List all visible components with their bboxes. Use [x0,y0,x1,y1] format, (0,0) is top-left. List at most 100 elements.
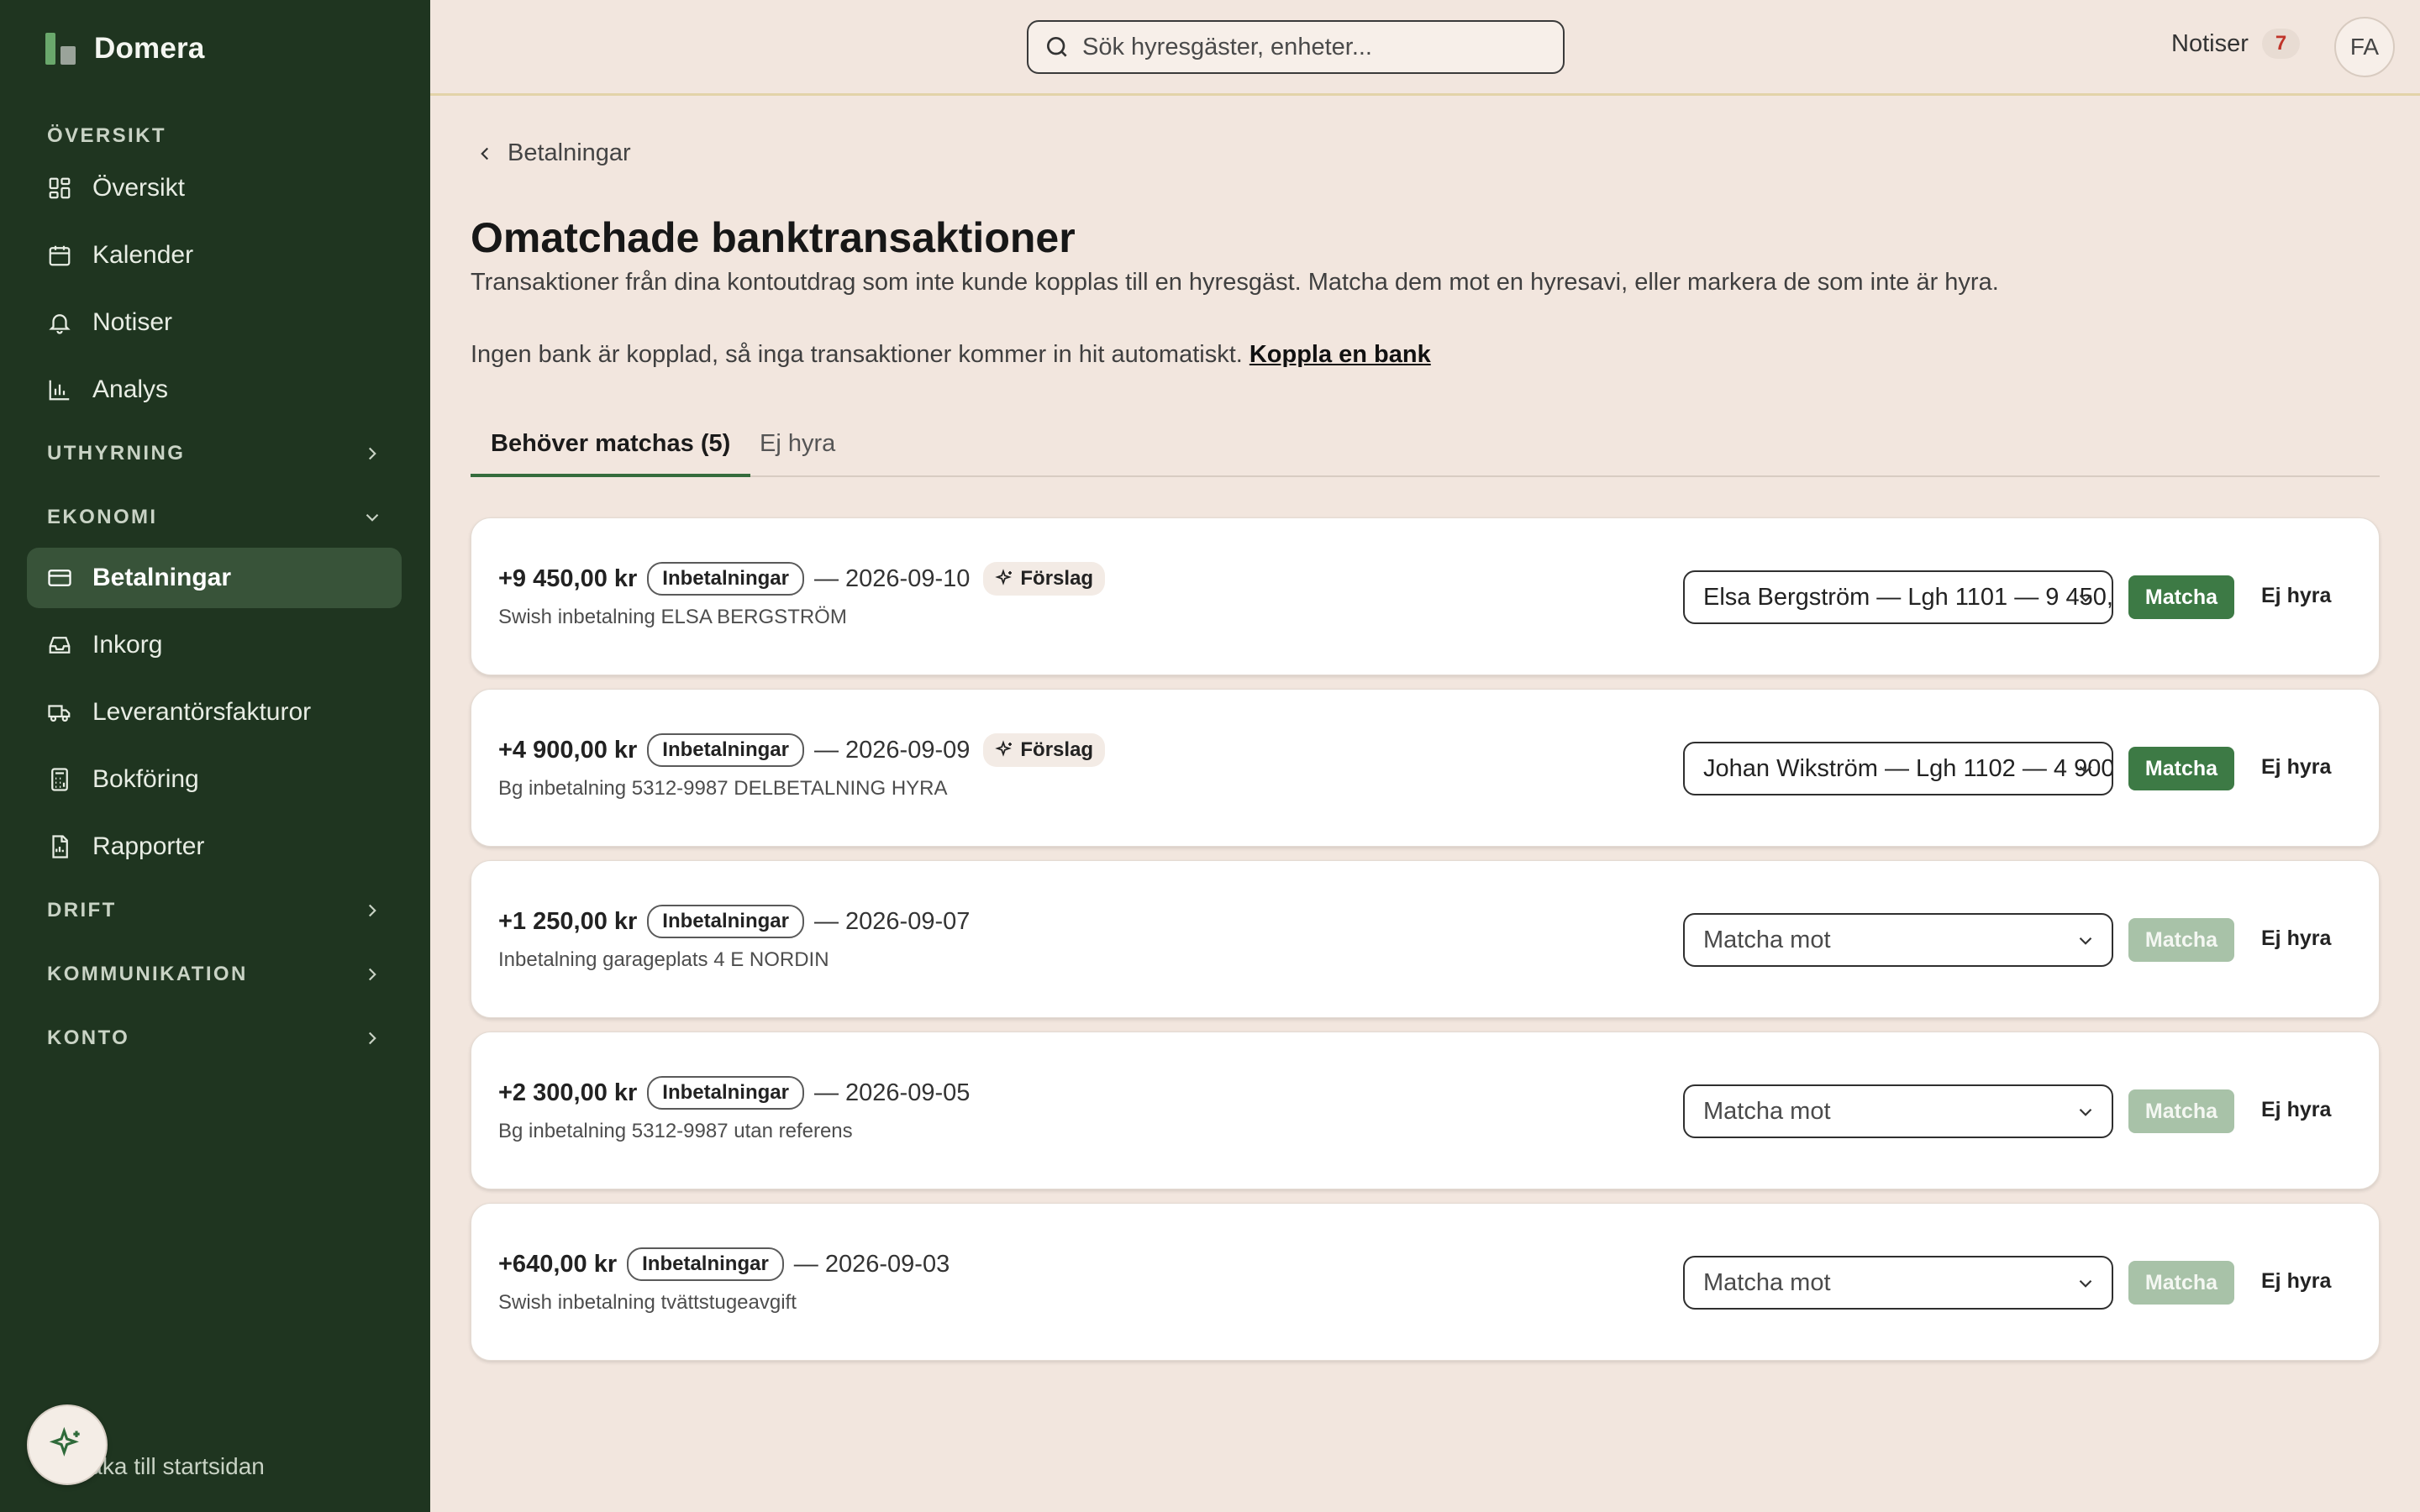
not-rent-button[interactable]: Ej hyra [2261,927,2331,951]
calendar-icon [49,245,71,266]
section-konto[interactable]: KONTO [47,1026,383,1050]
sidebar-item-oversikt[interactable]: Översikt [27,158,402,218]
bar-chart-icon [49,380,70,401]
chevron-left-icon [481,147,489,160]
match-target-select[interactable]: Matcha mot [1683,1256,2113,1310]
not-rent-button[interactable]: Ej hyra [2261,1098,2331,1122]
transaction-card: +4 900,00 kr Inbetalningar — 2026-09-09 … [471,689,2380,847]
sidebar-item-leverantorsfakturor[interactable]: Leverantörsfakturor [27,682,402,743]
suggestion-badge: Förslag [983,733,1106,767]
search-box[interactable] [1027,20,1565,74]
connect-bank-link[interactable]: Koppla en bank [1249,341,1431,368]
page-subtitle: Transaktioner från dina kontoutdrag som … [471,269,1999,296]
match-button[interactable]: Matcha [2128,747,2234,790]
match-target-select[interactable]: Matcha mot [1683,1084,2113,1138]
section-uthyrning[interactable]: UTHYRNING [47,442,383,465]
sparkle-icon [995,740,1013,757]
truck-icon [48,705,71,722]
bank-note-text: Ingen bank är kopplad, så inga transakti… [471,341,1243,368]
transaction-amount: +4 900,00 kr [498,736,638,764]
transaction-description: Swish inbetalning tvättstugeavgift [498,1291,797,1314]
not-rent-button[interactable]: Ej hyra [2261,1269,2331,1294]
chevron-down-icon [2079,1108,2092,1116]
chevron-down-icon [2079,594,2092,602]
sidebar-item-rapporter[interactable]: Rapporter [27,816,402,877]
chevron-down-icon [2079,937,2092,945]
section-label: DRIFT [47,899,117,921]
transaction-description: Bg inbetalning 5312-9987 DELBETALNING HY… [498,777,948,800]
section-drift[interactable]: DRIFT [47,899,383,922]
chevron-right-icon [368,968,376,981]
sparkle-icon [49,1426,80,1457]
transaction-description: Swish inbetalning ELSA BERGSTRÖM [498,606,847,628]
sidebar-item-analys[interactable]: Analys [27,360,402,420]
match-target-value: Elsa Bergström — Lgh 1101 — 9 450,00 kr [1703,583,2113,611]
tab-ej-hyra[interactable]: Ej hyra [760,420,835,477]
section-ekonomi[interactable]: EKONOMI [47,506,383,529]
notifications-label: Notiser [2171,29,2249,57]
section-oversikt: ÖVERSIKT [47,124,166,147]
match-button[interactable]: Matcha [2128,918,2234,962]
transaction-card: +640,00 kr Inbetalningar — 2026-09-03 Sw… [471,1203,2380,1361]
search-input[interactable] [1082,33,1536,61]
sidebar-item-label: Notiser [92,308,173,336]
match-target-select[interactable]: Matcha mot [1683,913,2113,967]
tab-behover-matchas[interactable]: Behöver matchas (5) [471,420,751,477]
match-button[interactable]: Matcha [2128,575,2234,619]
logo-icon [45,33,76,65]
not-rent-button[interactable]: Ej hyra [2261,755,2331,780]
notifications-count-badge: 7 [2261,29,2301,59]
transaction-amount: +640,00 kr [498,1250,618,1278]
sidebar-item-label: Betalningar [92,564,232,591]
not-rent-button[interactable]: Ej hyra [2261,584,2331,608]
match-target-value: Matcha mot [1703,1268,1831,1296]
assistant-button[interactable] [27,1404,108,1485]
page-title: Omatchade banktransaktioner [471,214,1076,261]
transaction-description: Inbetalning garageplats 4 E NORDIN [498,948,829,971]
match-target-select[interactable]: Johan Wikström — Lgh 1102 — 4 900,00 kr [1683,742,2113,795]
chevron-right-icon [368,1032,376,1045]
transaction-summary: +640,00 kr Inbetalningar — 2026-09-03 [498,1247,950,1281]
transaction-date: — 2026-09-07 [813,907,971,935]
match-target-value: Matcha mot [1703,926,1831,953]
transaction-amount: +9 450,00 kr [498,564,638,592]
match-button[interactable]: Matcha [2128,1261,2234,1305]
section-label: EKONOMI [47,506,158,528]
transaction-card: +9 450,00 kr Inbetalningar — 2026-09-10 … [471,517,2380,675]
transaction-type-badge: Inbetalningar [647,562,804,596]
transaction-date: — 2026-09-09 [813,736,971,764]
breadcrumb-label: Betalningar [508,139,631,166]
section-kommunikation[interactable]: KOMMUNIKATION [47,963,383,986]
sidebar-item-kalender[interactable]: Kalender [27,225,402,286]
inbox-icon [49,637,71,654]
transaction-date: — 2026-09-10 [813,564,971,592]
notifications-button[interactable]: Notiser 7 [2171,29,2301,59]
brand[interactable]: Domera [45,32,205,66]
sidebar-item-label: Analys [92,375,169,403]
sidebar-item-label: Leverantörsfakturor [92,698,312,726]
sidebar-item-notiser[interactable]: Notiser [27,292,402,353]
chevron-down-icon [2079,765,2092,774]
transaction-amount: +2 300,00 kr [498,1079,638,1106]
transaction-summary: +4 900,00 kr Inbetalningar — 2026-09-09 … [498,733,1106,767]
breadcrumb[interactable]: Betalningar [474,139,631,167]
match-target-select[interactable]: Elsa Bergström — Lgh 1101 — 9 450,00 kr [1683,570,2113,624]
user-avatar[interactable]: FA [2334,17,2395,77]
match-button[interactable]: Matcha [2128,1089,2234,1133]
sidebar-item-betalningar[interactable]: Betalningar [27,548,402,608]
chevron-down-icon [366,513,379,522]
bank-note: Ingen bank är kopplad, så inga transakti… [471,341,1431,369]
transaction-type-badge: Inbetalningar [647,905,804,938]
sidebar-item-label: Översikt [92,174,186,202]
sparkle-icon [995,569,1013,585]
match-target-value: Johan Wikström — Lgh 1102 — 4 900,00 kr [1703,754,2113,782]
tabs: Behöver matchas (5) Ej hyra [471,420,2380,477]
chevron-right-icon [368,904,376,917]
sidebar-item-inkorg[interactable]: Inkorg [27,615,402,675]
transaction-summary: +1 250,00 kr Inbetalningar — 2026-09-07 [498,905,970,938]
brand-name: Domera [94,32,205,65]
sidebar-item-bokforing[interactable]: Bokföring [27,749,402,810]
sidebar-item-label: Bokföring [92,765,199,793]
suggestion-badge: Förslag [983,562,1106,596]
transaction-amount: +1 250,00 kr [498,907,638,935]
